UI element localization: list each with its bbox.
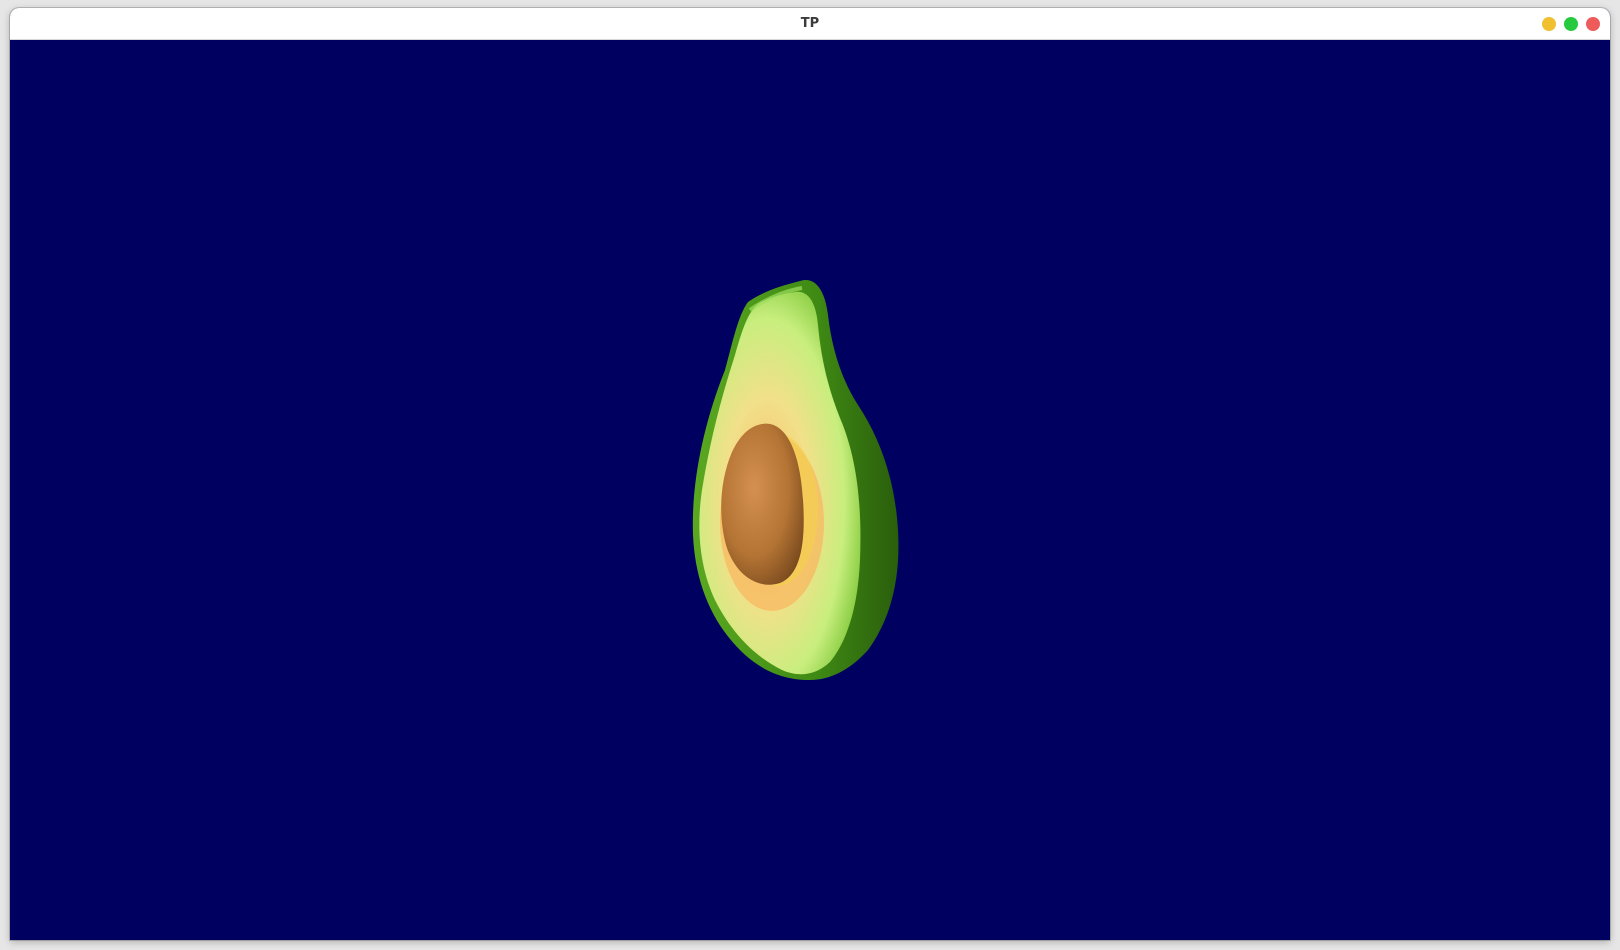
scene-canvas [692,279,899,680]
minimize-button[interactable] [1542,17,1556,31]
window-controls [1542,17,1600,31]
maximize-button[interactable] [1564,17,1578,31]
render-viewport[interactable] [10,40,1610,940]
window-title: TP [800,16,820,31]
app-window: TP [10,8,1610,940]
avocado-half [692,279,899,680]
close-button[interactable] [1586,17,1600,31]
title-bar[interactable]: TP [10,8,1610,40]
